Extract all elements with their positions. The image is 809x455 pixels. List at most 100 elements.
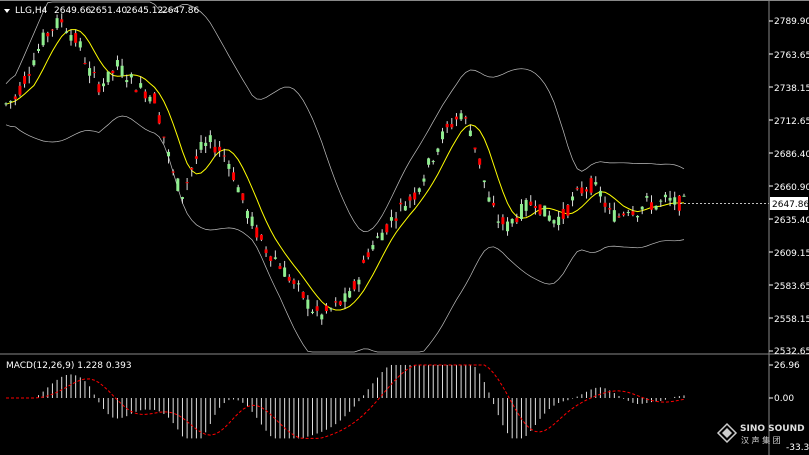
candle-body	[538, 204, 542, 215]
candle-body	[74, 33, 78, 43]
candle-body	[46, 32, 50, 37]
candle-body	[78, 41, 82, 48]
candle-body	[92, 72, 96, 74]
candle-body	[468, 130, 472, 137]
candle-body	[232, 172, 236, 181]
candle-body	[222, 155, 226, 157]
macd-tick: -33.38	[786, 443, 809, 453]
candle-body	[204, 142, 208, 146]
price-tick: 2583.65	[774, 282, 809, 292]
candle-body	[663, 194, 667, 198]
candle-body	[115, 60, 119, 67]
candle-body	[250, 216, 254, 226]
candle-body	[622, 213, 626, 216]
candle-body	[292, 280, 296, 284]
candle-body	[436, 148, 440, 152]
candle-body	[64, 31, 68, 33]
candle-body	[519, 204, 523, 220]
candle-body	[575, 188, 579, 190]
candle-body	[473, 147, 477, 150]
candle-body	[371, 245, 375, 250]
candle-body	[171, 171, 175, 173]
candle-body	[529, 201, 533, 206]
candle-body	[403, 205, 407, 211]
candle-body	[273, 257, 277, 259]
high-value: 2651.40	[90, 6, 127, 16]
macd-tick: 26.96	[774, 361, 800, 371]
candle-body	[157, 115, 161, 124]
candle-body	[60, 19, 64, 23]
candle-body	[236, 187, 240, 193]
candle-body	[561, 208, 565, 219]
candle-body	[668, 197, 672, 201]
open-value: 2649.66	[54, 6, 91, 16]
candle-body	[492, 202, 496, 206]
macd-tick: 0.00	[774, 394, 794, 404]
candle-body	[608, 208, 612, 210]
candle-body	[376, 236, 380, 238]
close-value: 2647.86	[162, 6, 199, 16]
candle-body	[645, 196, 649, 198]
candle-body	[148, 96, 152, 102]
candle-body	[37, 48, 41, 51]
candle-body	[324, 305, 328, 312]
candle-body	[366, 252, 370, 258]
candle-body	[83, 62, 87, 64]
candle-body	[315, 306, 319, 311]
candle-body	[547, 215, 551, 221]
candle-body	[180, 197, 184, 199]
candle-body	[612, 210, 616, 222]
candle-body	[654, 205, 658, 210]
candle-body	[362, 259, 366, 263]
candle-body	[102, 83, 106, 87]
candle-body	[631, 211, 635, 215]
candle-body	[306, 299, 310, 309]
candle-body	[334, 301, 338, 303]
candle-body	[487, 197, 491, 202]
logo-subtitle: 汉 声 集 团	[741, 435, 781, 445]
candle-body	[389, 217, 393, 221]
candle-body	[445, 123, 449, 128]
price-tick: 2738.15	[774, 84, 809, 94]
candle-body	[399, 202, 403, 205]
candle-body	[134, 90, 138, 93]
candle-body	[603, 202, 607, 207]
candle-body	[241, 193, 245, 201]
candle-body	[682, 195, 686, 197]
current-price-label: 2647.86	[772, 200, 809, 210]
price-pane	[0, 0, 809, 455]
candle-body	[69, 35, 73, 41]
candle-body	[427, 158, 431, 165]
candle-body	[408, 196, 412, 201]
candle-body	[348, 291, 352, 298]
candle-body	[208, 135, 212, 143]
candle-body	[55, 18, 59, 29]
candle-body	[32, 60, 36, 66]
candle-body	[617, 216, 621, 218]
candle-body	[417, 188, 421, 192]
candle-body	[510, 218, 514, 224]
candle-body	[27, 73, 31, 76]
logo-brand: SINO SOUND	[740, 424, 805, 434]
candle-body	[394, 218, 398, 221]
sino-sound-logo: SINO SOUND 汉 声 集 团	[716, 422, 805, 445]
candle-body	[283, 267, 287, 277]
candle-body	[129, 74, 133, 78]
price-axis: 2789.90 2763.65 2738.15 2712.65 2686.40 …	[769, 17, 809, 357]
candle-body	[571, 196, 575, 201]
candle-body	[454, 116, 458, 120]
candle-body	[533, 206, 537, 208]
candle-body	[9, 100, 13, 102]
candle-body	[584, 189, 588, 192]
candle-body	[162, 136, 166, 138]
candle-body	[626, 211, 630, 213]
candle-body	[501, 217, 505, 225]
candle-body	[464, 117, 468, 119]
candle-body	[185, 182, 189, 184]
candle-body	[659, 200, 663, 202]
candle-body	[199, 141, 203, 150]
candle-body	[338, 301, 342, 305]
candle-body	[287, 276, 291, 281]
macd-pane: MACD(12,26,9) 1.228 0.393 26.96 0.00 -33…	[6, 361, 809, 453]
candle-body	[431, 161, 435, 163]
